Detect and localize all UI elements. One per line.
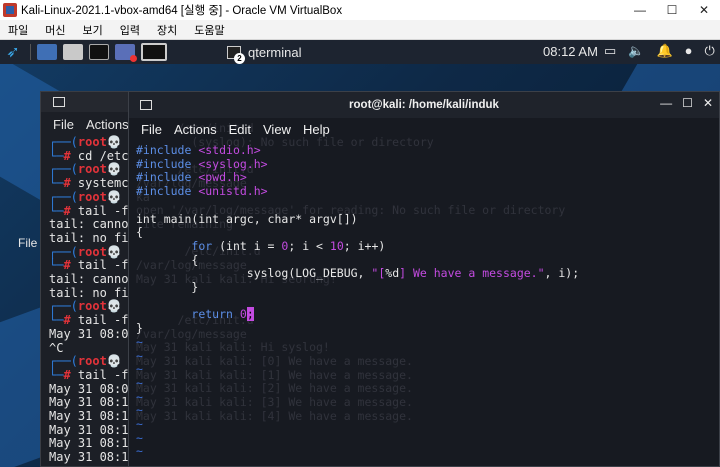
taskbar-label: qterminal xyxy=(248,44,302,60)
minimize-button[interactable]: — xyxy=(624,0,656,20)
code-line: #include <unistd.h> xyxy=(136,184,268,199)
host-window-title: Kali-Linux-2021.1-vbox-amd64 [실행 중] - Or… xyxy=(21,5,343,17)
power-icon[interactable]: ⏻ xyxy=(705,43,715,59)
maximize-button[interactable]: ☐ xyxy=(656,0,688,20)
display-icon[interactable]: ▭ xyxy=(604,43,616,59)
vim-tilde-line: ~ xyxy=(136,362,143,377)
virtualbox-icon xyxy=(3,3,17,17)
desktop-icon-label[interactable]: File xyxy=(18,236,37,250)
close-button[interactable]: ✕ xyxy=(688,0,720,20)
code-line: #include <stdio.h> xyxy=(136,143,261,157)
menu-machine[interactable]: 머신 xyxy=(45,22,65,38)
browser-launcher-icon[interactable] xyxy=(115,44,137,62)
host-window-controls: — ☐ ✕ xyxy=(624,0,720,20)
wallpaper-shard xyxy=(0,305,45,467)
volume-icon[interactable]: 🔈 xyxy=(628,43,644,59)
vbox-menu-bar: 파일 머신 보기 입력 장치 도움말 xyxy=(0,20,720,40)
host-title-bar[interactable]: Kali-Linux-2021.1-vbox-amd64 [실행 중] - Or… xyxy=(0,0,720,20)
code-line: int main(int argc, char* argv[]) xyxy=(136,211,358,226)
terminal-maximize-button[interactable]: ☐ xyxy=(682,96,693,110)
system-tray: ▭ 🔈 🔔 ● ⏻ xyxy=(604,43,715,59)
qterminal-icon: 2 xyxy=(227,45,245,64)
vim-tilde-line: ~ xyxy=(136,389,143,404)
vim-tilde-line: ~ xyxy=(136,375,143,390)
code-line: { xyxy=(136,225,143,240)
vim-tilde-line: ~ xyxy=(136,403,143,418)
menu-help[interactable]: 도움말 xyxy=(194,22,224,38)
bmenu-actions[interactable]: Actions xyxy=(86,117,129,132)
vim-tilde-line: ~ xyxy=(136,348,143,363)
bmenu-file[interactable]: File xyxy=(53,117,74,132)
code-line: return 0; xyxy=(191,307,254,322)
menu-view[interactable]: 보기 xyxy=(83,22,103,38)
code-line: { xyxy=(191,252,199,267)
tmenu-view[interactable]: View xyxy=(263,122,291,137)
network-icon[interactable]: ● xyxy=(685,43,693,59)
tmenu-help[interactable]: Help xyxy=(303,122,330,137)
panel-clock[interactable]: 08:12 AM xyxy=(543,44,598,59)
code-line: #include <pwd.h> xyxy=(136,170,247,185)
file-manager-icon[interactable] xyxy=(63,44,83,60)
vim-tilde-line: ~ xyxy=(136,444,143,459)
vim-editor[interactable]: #include <stdio.h> #include <syslog.h> #in… xyxy=(129,140,719,459)
code-line: for (int i = 0; i < 10; i++) xyxy=(191,238,386,253)
panel-separator xyxy=(30,44,31,60)
vim-tilde-line: ~ xyxy=(136,430,143,445)
terminal-launcher-icon[interactable] xyxy=(89,44,109,60)
tmenu-file[interactable]: File xyxy=(141,122,162,137)
code-line: #include <syslog.h> xyxy=(136,156,268,171)
terminal-title: root@kali: /home/kali/induk xyxy=(349,99,499,111)
menu-devices[interactable]: 장치 xyxy=(157,22,177,38)
menu-input[interactable]: 입력 xyxy=(120,22,140,38)
vim-tilde-line: ~ xyxy=(136,417,143,432)
show-desktop-icon[interactable] xyxy=(37,44,57,60)
workspace-switcher-icon[interactable] xyxy=(141,43,167,61)
menu-file[interactable]: 파일 xyxy=(8,22,28,38)
tmenu-edit[interactable]: Edit xyxy=(229,122,251,137)
notification-bell-icon[interactable]: 🔔 xyxy=(656,43,672,59)
tmenu-actions[interactable]: Actions xyxy=(174,122,217,137)
terminal-minimize-button[interactable]: — xyxy=(660,96,672,110)
terminal-window-controls: — ☐ ✕ xyxy=(660,96,713,110)
kali-menu-icon[interactable]: ➶ xyxy=(2,41,24,63)
kali-top-panel: ➶ 2 qterminal 08:12 AM ▭ 🔈 🔔 ● ⏻ xyxy=(0,40,720,64)
foreground-terminal-window[interactable]: root@kali: /home/kali/induk — ☐ ✕ File A… xyxy=(128,91,720,467)
code-line: } xyxy=(136,321,143,336)
code-line: } xyxy=(191,280,199,295)
empty-buffer-lines: ~ ~ ~ ~ ~ ~ ~ ~ ~ xyxy=(136,334,719,459)
terminal-close-button[interactable]: ✕ xyxy=(703,96,713,110)
screen: Kali-Linux-2021.1-vbox-amd64 [실행 중] - Or… xyxy=(0,0,720,467)
vim-tilde-line: ~ xyxy=(136,334,143,349)
terminal-menu-bar: File Actions Edit View Help xyxy=(129,118,719,140)
foreground-terminal-titlebar[interactable]: root@kali: /home/kali/induk — ☐ ✕ xyxy=(129,92,719,118)
text-cursor: ; xyxy=(246,307,254,322)
taskbar-item-qterminal[interactable]: 2 qterminal xyxy=(227,44,302,64)
window-count-badge: 2 xyxy=(234,52,245,64)
code-line: syslog(LOG_DEBUG, "[%d] We have a messag… xyxy=(246,266,580,281)
terminal-window-icon xyxy=(53,97,65,107)
